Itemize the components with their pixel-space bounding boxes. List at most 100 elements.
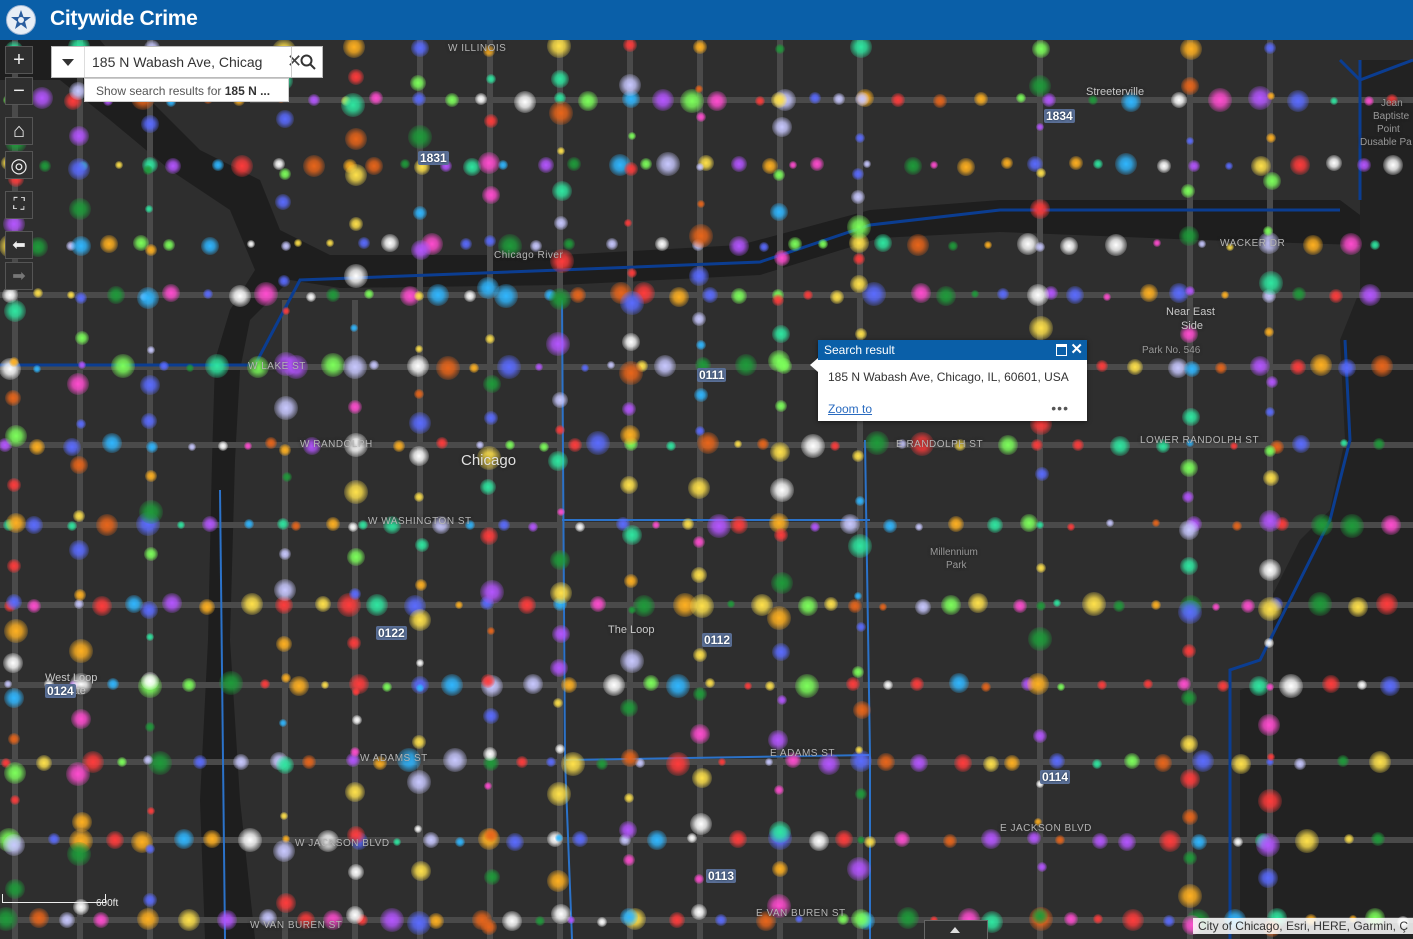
- river-label: Chicago River: [494, 250, 564, 261]
- crime-point: [1215, 361, 1228, 374]
- crime-point: [279, 548, 292, 561]
- crime-point: [107, 678, 120, 691]
- crime-point: [483, 114, 498, 128]
- crime-point: [414, 537, 429, 552]
- crime-point: [726, 600, 735, 609]
- crime-point: [606, 361, 615, 370]
- crime-point: [554, 743, 565, 754]
- crime-point: [497, 355, 522, 380]
- crime-point: [320, 353, 345, 378]
- crime-point: [343, 40, 366, 59]
- crime-point: [848, 598, 863, 613]
- crime-point: [689, 266, 710, 287]
- crime-point: [622, 401, 637, 416]
- crime-point: [1371, 354, 1394, 377]
- crime-point: [26, 599, 41, 614]
- crime-point: [24, 515, 43, 534]
- crime-point: [277, 517, 290, 530]
- street-label: W ILLINOIS: [448, 43, 507, 54]
- crime-point: [187, 442, 196, 451]
- crime-point: [546, 40, 571, 58]
- crime-point: [474, 92, 487, 105]
- crime-point: [1093, 913, 1104, 924]
- crime-point: [690, 724, 711, 745]
- crime-point: [290, 521, 301, 532]
- crime-point: [1060, 236, 1079, 255]
- crime-point: [345, 127, 368, 150]
- crime-point: [4, 688, 24, 709]
- zoom-out-button[interactable]: −: [5, 77, 33, 105]
- crime-point: [358, 520, 369, 531]
- crime-point: [1257, 714, 1280, 737]
- back-extent-button[interactable]: ⬅: [5, 231, 33, 259]
- crime-point: [482, 186, 501, 205]
- crime-point: [623, 40, 638, 53]
- crime-point: [943, 833, 958, 848]
- fullscreen-button[interactable]: ⛶: [5, 191, 33, 219]
- crime-point: [1232, 836, 1243, 847]
- zoom-in-button[interactable]: +: [5, 46, 33, 74]
- crime-point: [1110, 435, 1131, 456]
- crime-point: [940, 595, 961, 616]
- expand-panel-tab[interactable]: [924, 920, 988, 939]
- park-label: Dusable Pa: [1360, 137, 1412, 148]
- map-view[interactable]: Chicago The Loop Streeterville Near East…: [0, 40, 1413, 939]
- attribution: City of Chicago, Esri, HERE, Garmin, Ç: [1192, 918, 1413, 934]
- crime-point: [765, 758, 774, 767]
- crime-point: [293, 239, 302, 248]
- crime-point: [341, 92, 366, 117]
- crime-point: [464, 290, 477, 303]
- crime-point: [351, 714, 362, 725]
- crime-point: [1256, 833, 1281, 858]
- crime-point: [846, 677, 861, 692]
- crime-point: [443, 748, 468, 773]
- crime-point: [326, 288, 341, 303]
- search-input[interactable]: [92, 52, 282, 72]
- minus-icon: −: [13, 79, 25, 102]
- crime-point: [572, 830, 589, 847]
- forward-extent-button[interactable]: ➡: [5, 262, 33, 290]
- crime-point: [1279, 674, 1304, 699]
- crime-point: [980, 828, 1001, 849]
- crime-point: [549, 287, 572, 310]
- crime-point: [1265, 132, 1276, 143]
- crime-point: [497, 519, 510, 532]
- crime-point: [1001, 157, 1014, 170]
- crime-point: [48, 833, 61, 846]
- crime-point: [144, 547, 159, 562]
- crime-point: [864, 835, 877, 848]
- crime-point: [548, 101, 573, 126]
- search-source-dropdown[interactable]: [52, 47, 85, 77]
- crime-point: [314, 596, 331, 613]
- crime-point: [851, 190, 866, 205]
- crime-point: [406, 770, 431, 795]
- crime-point: [772, 294, 785, 306]
- crime-point: [144, 205, 153, 214]
- more-options-icon[interactable]: •••: [1051, 400, 1069, 416]
- crime-point: [504, 440, 515, 451]
- crime-point: [1380, 676, 1401, 697]
- crime-point: [1290, 154, 1311, 175]
- crime-point: [864, 431, 889, 456]
- crime-point: [1139, 284, 1158, 303]
- maximize-icon[interactable]: [1056, 344, 1067, 356]
- search-button[interactable]: [291, 47, 324, 77]
- crime-point: [852, 701, 871, 720]
- search-suggestion[interactable]: Show search results for 185 N ...: [84, 78, 289, 102]
- close-icon[interactable]: ✕: [1070, 340, 1083, 358]
- crime-point: [1265, 375, 1278, 388]
- crime-point: [413, 492, 424, 503]
- locate-button[interactable]: ◎: [5, 151, 33, 179]
- crime-point: [480, 479, 497, 496]
- zoom-to-link[interactable]: Zoom to: [828, 402, 872, 416]
- crime-point: [67, 291, 76, 300]
- crime-point: [141, 114, 160, 133]
- crime-point: [1179, 519, 1200, 540]
- crime-point: [563, 237, 576, 250]
- crime-point: [5, 513, 26, 534]
- home-button[interactable]: ⌂: [5, 117, 33, 145]
- crime-point: [771, 117, 792, 138]
- crime-point: [847, 214, 872, 239]
- crime-point: [96, 513, 119, 536]
- crime-point: [1264, 406, 1275, 417]
